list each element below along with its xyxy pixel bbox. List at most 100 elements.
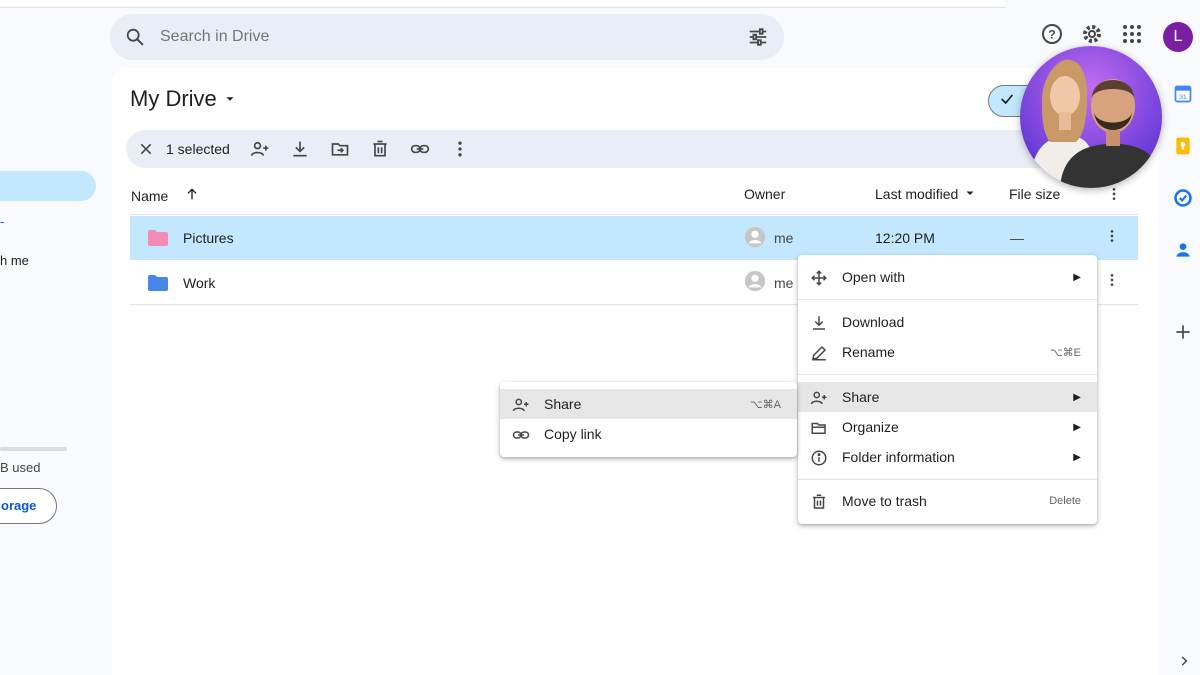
- column-header-name[interactable]: Name: [131, 186, 200, 205]
- menu-item-label: Move to trash: [842, 493, 927, 509]
- check-icon: [999, 91, 1015, 112]
- owner-avatar-icon: [744, 226, 766, 251]
- menu-item-label: Organize: [842, 419, 899, 435]
- column-header-last-modified[interactable]: Last modified: [875, 186, 976, 202]
- svg-text:31: 31: [1179, 94, 1187, 101]
- more-actions-icon[interactable]: [440, 130, 480, 168]
- file-name: Pictures: [183, 230, 234, 246]
- sidebar-item-my-drive[interactable]: [0, 171, 96, 201]
- menu-item-label: Open with: [842, 269, 906, 285]
- selection-count: 1 selected: [166, 141, 230, 157]
- storage-used-label: B used: [0, 460, 41, 475]
- share-person-add-icon: [810, 389, 828, 410]
- caret-down-icon: [223, 86, 237, 112]
- search-input[interactable]: [160, 28, 732, 46]
- edit-pencil-icon: [810, 344, 828, 365]
- file-size-value: —: [1010, 230, 1024, 246]
- sidebar-item-shared-with-me[interactable]: h me: [0, 253, 29, 268]
- account-avatar[interactable]: L: [1163, 22, 1193, 52]
- menu-item-rename[interactable]: Rename ⌥⌘E: [798, 337, 1097, 367]
- context-menu: Open with ▶ Download Rename ⌥⌘E Share ▶ …: [798, 255, 1097, 524]
- add-addon-icon[interactable]: [1173, 322, 1193, 347]
- sort-ascending-icon[interactable]: [184, 186, 200, 205]
- caret-down-icon: [964, 186, 976, 202]
- folder-blue-icon: [148, 275, 168, 296]
- search-icon[interactable]: [110, 26, 160, 48]
- chevron-right-icon[interactable]: [1177, 654, 1191, 673]
- menu-item-label: Folder information: [842, 449, 955, 465]
- help-icon[interactable]: ?: [1040, 22, 1064, 51]
- menu-item-label: Share: [842, 389, 880, 405]
- column-options-icon[interactable]: [1106, 186, 1122, 202]
- share-person-add-icon[interactable]: [240, 130, 280, 168]
- owner-cell: me: [744, 270, 793, 295]
- menu-item-download[interactable]: Download: [798, 307, 1097, 337]
- storage-meter: [0, 447, 67, 451]
- menu-item-label: Download: [842, 314, 905, 330]
- submenu-item-copy-link[interactable]: Copy link: [500, 419, 797, 449]
- share-person-add-icon: [512, 396, 530, 417]
- last-modified-value: 12:20 PM: [875, 230, 935, 246]
- menu-item-label: Rename: [842, 344, 895, 360]
- contacts-icon[interactable]: [1173, 240, 1193, 265]
- page-title-text: My Drive: [130, 86, 217, 111]
- page-title[interactable]: My Drive: [130, 86, 237, 112]
- menu-item-move-to-trash[interactable]: Move to trash Delete: [798, 486, 1097, 516]
- submenu-arrow-icon: ▶: [1073, 391, 1081, 403]
- menu-item-share[interactable]: Share ▶: [798, 382, 1097, 412]
- search-options-icon[interactable]: [732, 26, 784, 48]
- keep-icon[interactable]: [1173, 136, 1193, 161]
- header-divider: [130, 214, 1138, 215]
- trash-icon: [810, 493, 828, 514]
- menu-divider: [798, 374, 1097, 375]
- get-more-storage-button[interactable]: orage: [0, 488, 57, 524]
- copy-link-icon[interactable]: [400, 130, 440, 168]
- link-icon: [512, 426, 530, 447]
- info-icon: [810, 449, 828, 470]
- move-to-folder-icon[interactable]: [320, 130, 360, 168]
- column-header-owner[interactable]: Owner: [744, 186, 785, 202]
- row-more-icon[interactable]: [1104, 272, 1120, 293]
- menu-item-label: Share: [544, 396, 582, 412]
- calendar-icon[interactable]: 31: [1173, 84, 1193, 109]
- column-header-last-modified-label: Last modified: [875, 186, 959, 202]
- owner-name: me: [774, 274, 794, 291]
- selection-toolbar: 1 selected: [126, 130, 1138, 168]
- column-header-file-size[interactable]: File size: [1009, 186, 1060, 202]
- menu-item-open-with[interactable]: Open with ▶: [798, 262, 1097, 292]
- shortcut-label: Delete: [1049, 495, 1081, 507]
- menu-item-folder-information[interactable]: Folder information ▶: [798, 442, 1097, 472]
- row-more-icon[interactable]: [1104, 228, 1120, 249]
- column-header-name-label: Name: [131, 187, 169, 204]
- clear-selection-icon[interactable]: [136, 130, 156, 168]
- menu-item-label: Copy link: [544, 426, 602, 442]
- shortcut-label: ⌥⌘E: [1049, 346, 1081, 359]
- folder-open-icon: [810, 419, 828, 440]
- owner-avatar-icon: [744, 270, 766, 295]
- folder-pink-icon: [148, 230, 168, 251]
- svg-text:?: ?: [1048, 28, 1055, 42]
- shortcut-label: ⌥⌘A: [749, 398, 781, 411]
- trash-icon[interactable]: [360, 130, 400, 168]
- table-row-pictures[interactable]: Pictures me 12:20 PM —: [130, 216, 1138, 260]
- open-with-icon: [810, 269, 828, 290]
- share-submenu: Share ⌥⌘A Copy link: [500, 382, 797, 457]
- submenu-item-share[interactable]: Share ⌥⌘A: [500, 389, 797, 419]
- menu-item-organize[interactable]: Organize ▶: [798, 412, 1097, 442]
- owner-cell: me: [744, 226, 793, 251]
- browser-top-edge: [0, 0, 1005, 8]
- download-icon[interactable]: [280, 130, 320, 168]
- submenu-arrow-icon: ▶: [1073, 421, 1081, 433]
- presenters-image: [1030, 59, 1162, 188]
- menu-divider: [798, 479, 1097, 480]
- owner-name: me: [774, 230, 794, 246]
- download-icon: [810, 314, 828, 335]
- sidebar-fragment: -: [0, 214, 5, 229]
- webcam-overlay: [1020, 46, 1162, 188]
- menu-divider: [798, 299, 1097, 300]
- apps-grid-icon[interactable]: [1120, 22, 1144, 51]
- tasks-icon[interactable]: [1173, 188, 1193, 213]
- search-bar: [110, 14, 784, 60]
- submenu-arrow-icon: ▶: [1073, 451, 1081, 463]
- file-name: Work: [183, 274, 216, 291]
